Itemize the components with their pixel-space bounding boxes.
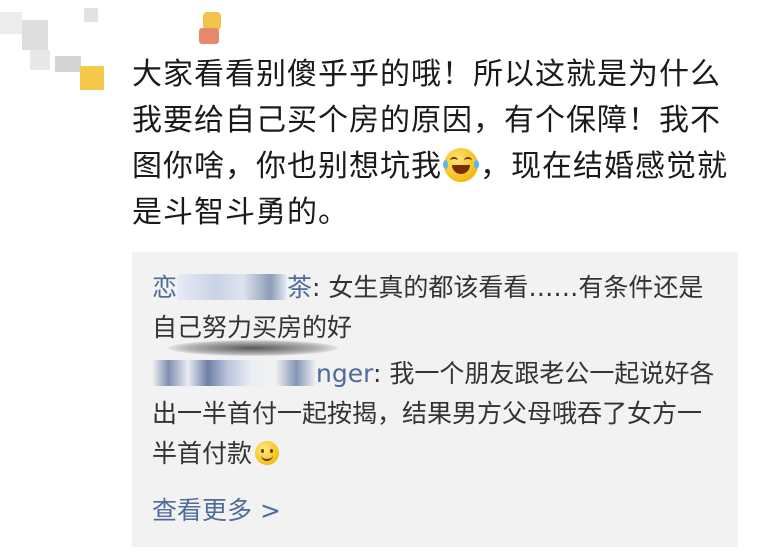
reply-username[interactable]: 恋茶	[152, 273, 312, 302]
username-blur	[177, 274, 288, 300]
reply-item: nger: 我一个朋友跟老公一起说好各出一半首付一起按揭，结果男方父母哦吞了女方…	[152, 354, 722, 474]
smile-emoji-icon	[255, 441, 280, 465]
avatar-blur-block	[0, 12, 22, 34]
username-blur	[152, 360, 316, 386]
tear-right	[474, 160, 479, 169]
replies-panel: 恋茶: 女生真的都该看看……有条件还是自己努力买房的好 nger: 我一个朋友跟…	[132, 252, 738, 547]
username-badge-blurred[interactable]	[195, 8, 227, 46]
avatar-blur-block	[30, 50, 50, 70]
avatar-blurred[interactable]	[0, 0, 120, 110]
avatar-blur-block	[55, 56, 81, 72]
avatar-blur-block	[80, 66, 104, 90]
avatar-blur-block	[84, 8, 98, 22]
badge-blur-block	[199, 28, 219, 44]
comment-body: 大家看看别傻乎乎的哦！所以这就是为什么我要给自己买个房的原因，有个保障！我不图你…	[132, 52, 732, 236]
reply-username[interactable]: nger	[152, 359, 373, 388]
username-prefix: 恋	[152, 273, 178, 302]
view-more-link[interactable]: 查看更多 >	[152, 494, 281, 528]
username-suffix: nger	[316, 359, 373, 388]
eye-right	[464, 157, 472, 164]
tear-left	[443, 160, 448, 169]
reply-item: 恋茶: 女生真的都该看看……有条件还是自己努力买房的好	[152, 268, 722, 348]
weibo-comment-card: 大家看看别傻乎乎的哦！所以这就是为什么我要给自己买个房的原因，有个保障！我不图你…	[0, 0, 765, 557]
laughing-tears-emoji-icon	[443, 148, 479, 182]
username-suffix: 茶	[287, 273, 313, 302]
avatar-blur-block	[22, 20, 48, 50]
